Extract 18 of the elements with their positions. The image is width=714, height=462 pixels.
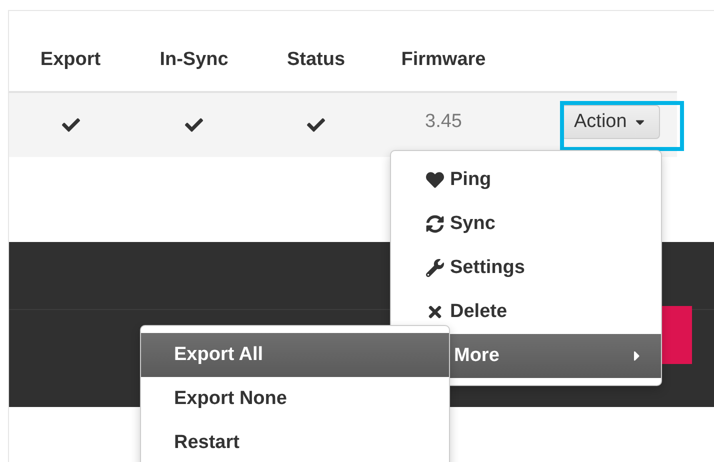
menu-item[interactable]: Restart [141, 421, 449, 462]
wrench-icon [426, 259, 444, 277]
column-header: In-Sync [160, 49, 228, 72]
refresh-icon [426, 215, 444, 233]
close-icon [426, 303, 444, 321]
corner-button[interactable] [662, 306, 692, 364]
menu-item[interactable]: Ping [391, 158, 661, 202]
column-header: Status [286, 49, 346, 72]
action-button[interactable]: Action [561, 105, 660, 139]
menu-item[interactable]: Export None [141, 377, 449, 421]
table-cell: 3.45 [425, 111, 462, 133]
menu-item[interactable]: Settings [391, 246, 661, 290]
menu-item[interactable]: Export All [141, 333, 449, 377]
heart-icon [426, 171, 444, 189]
column-header: Firmware [401, 49, 486, 72]
menu-item[interactable]: Delete [391, 290, 661, 334]
column-header: Export [40, 49, 101, 72]
menu-item[interactable]: Sync [391, 202, 661, 246]
